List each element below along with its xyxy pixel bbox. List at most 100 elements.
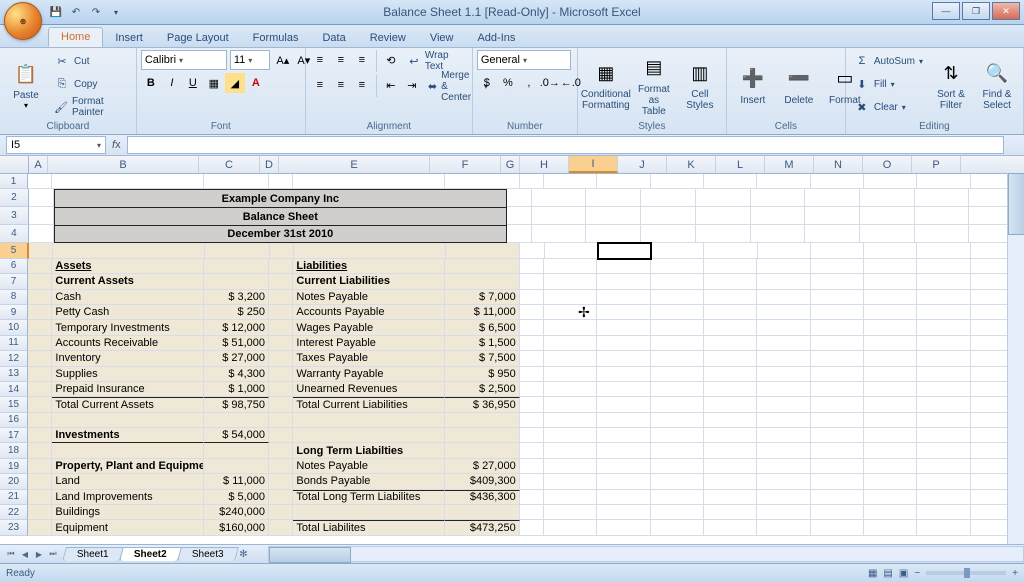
cell-J21[interactable] <box>651 490 704 505</box>
row-header-1[interactable]: 1 <box>0 174 28 189</box>
cell-I14[interactable] <box>597 382 650 397</box>
cell-A19[interactable] <box>28 459 52 474</box>
cell-A10[interactable] <box>28 320 52 335</box>
align-middle-icon[interactable]: ≡ <box>331 50 351 70</box>
cell-E12[interactable]: Taxes Payable <box>293 351 445 366</box>
cell-G12[interactable] <box>520 351 544 366</box>
cell-C14[interactable]: $ 1,000 <box>204 382 269 397</box>
cell-B6[interactable]: Assets <box>52 259 204 274</box>
cell-F15[interactable]: $ 36,950 <box>445 397 520 412</box>
cell-H20[interactable] <box>544 474 597 489</box>
cell-H16[interactable] <box>544 413 597 428</box>
cell-H4[interactable] <box>532 225 587 243</box>
cell-I11[interactable] <box>597 336 650 351</box>
cell-M18[interactable] <box>811 443 864 458</box>
cell-I8[interactable] <box>597 290 650 305</box>
ribbon-tab-home[interactable]: Home <box>48 27 103 47</box>
cell-M1[interactable] <box>811 174 864 189</box>
cell-B22[interactable]: Buildings <box>52 505 204 520</box>
italic-icon[interactable]: I <box>162 73 182 93</box>
cell-K13[interactable] <box>704 367 757 382</box>
cell-F9[interactable]: $ 11,000 <box>445 305 520 320</box>
ribbon-tab-view[interactable]: View <box>418 29 466 47</box>
font-color-icon[interactable]: A <box>246 73 266 93</box>
cell-B7[interactable]: Current Assets <box>52 274 204 289</box>
cell-A23[interactable] <box>28 520 52 535</box>
cell-C20[interactable]: $ 11,000 <box>204 474 269 489</box>
column-header-C[interactable]: C <box>199 156 260 173</box>
cell-J15[interactable] <box>651 397 704 412</box>
cell-M15[interactable] <box>811 397 864 412</box>
cell-B5[interactable] <box>53 243 205 258</box>
cell-G8[interactable] <box>520 290 544 305</box>
cell-C18[interactable] <box>204 443 269 458</box>
cell-A3[interactable] <box>29 207 54 225</box>
row-header-3[interactable]: 3 <box>0 207 29 225</box>
cell-A4[interactable] <box>29 225 54 243</box>
cell-I7[interactable] <box>597 274 650 289</box>
cell-M21[interactable] <box>811 490 864 505</box>
cell-B9[interactable]: Petty Cash <box>52 305 204 320</box>
cell-N2[interactable] <box>860 189 915 207</box>
column-header-M[interactable]: M <box>765 156 814 173</box>
cell-E20[interactable]: Bonds Payable <box>293 474 445 489</box>
cell-G19[interactable] <box>520 459 544 474</box>
horizontal-scrollbar[interactable] <box>268 546 1024 562</box>
sheet-title-1[interactable]: Example Company Inc <box>54 189 507 207</box>
column-header-J[interactable]: J <box>618 156 667 173</box>
cell-I9[interactable] <box>597 305 650 320</box>
cell-E8[interactable]: Notes Payable <box>293 290 445 305</box>
cell-E5[interactable] <box>294 243 446 258</box>
cell-C16[interactable] <box>204 413 269 428</box>
cell-L16[interactable] <box>757 413 810 428</box>
row-header-8[interactable]: 8 <box>0 290 28 305</box>
cell-I12[interactable] <box>597 351 650 366</box>
cell-F22[interactable] <box>445 505 520 520</box>
ribbon-tab-formulas[interactable]: Formulas <box>241 29 311 47</box>
cell-E18[interactable]: Long Term Liabilties <box>293 443 445 458</box>
cell-J14[interactable] <box>651 382 704 397</box>
cell-M4[interactable] <box>805 225 860 243</box>
cell-G20[interactable] <box>520 474 544 489</box>
cell-O14[interactable] <box>917 382 970 397</box>
cell-G7[interactable] <box>520 274 544 289</box>
cell-H1[interactable] <box>544 174 597 189</box>
cell-I20[interactable] <box>597 474 650 489</box>
cell-B20[interactable]: Land <box>52 474 204 489</box>
align-right-icon[interactable]: ≡ <box>352 75 372 95</box>
cell-C8[interactable]: $ 3,200 <box>204 290 269 305</box>
align-center-icon[interactable]: ≡ <box>331 75 351 95</box>
cell-K12[interactable] <box>704 351 757 366</box>
cell-L15[interactable] <box>757 397 810 412</box>
cell-C23[interactable]: $160,000 <box>204 520 269 535</box>
cell-D11[interactable] <box>269 336 293 351</box>
cell-M14[interactable] <box>811 382 864 397</box>
cell-O13[interactable] <box>917 367 970 382</box>
fill-color-icon[interactable]: ◢ <box>225 73 245 93</box>
cell-C9[interactable]: $ 250 <box>204 305 269 320</box>
column-header-A[interactable]: A <box>29 156 48 173</box>
column-header-I[interactable]: I <box>569 156 618 173</box>
cell-J17[interactable] <box>651 428 704 443</box>
cell-G2[interactable] <box>507 189 532 207</box>
cell-J6[interactable] <box>651 259 704 274</box>
cell-K9[interactable] <box>704 305 757 320</box>
cell-C11[interactable]: $ 51,000 <box>204 336 269 351</box>
cell-O11[interactable] <box>917 336 970 351</box>
cell-H6[interactable] <box>544 259 597 274</box>
cell-D8[interactable] <box>269 290 293 305</box>
cell-M16[interactable] <box>811 413 864 428</box>
cell-O9[interactable] <box>917 305 970 320</box>
cell-J23[interactable] <box>651 520 704 535</box>
cell-A12[interactable] <box>28 351 52 366</box>
cell-M20[interactable] <box>811 474 864 489</box>
cell-M19[interactable] <box>811 459 864 474</box>
cell-O17[interactable] <box>917 428 970 443</box>
cell-N5[interactable] <box>864 243 917 258</box>
row-header-5[interactable]: 5 <box>0 243 29 258</box>
zoom-in-icon[interactable]: + <box>1012 568 1018 579</box>
cell-H12[interactable] <box>544 351 597 366</box>
cell-J7[interactable] <box>651 274 704 289</box>
cell-D1[interactable] <box>269 174 293 189</box>
sheet-tab-sheet2[interactable]: Sheet2 <box>119 547 182 561</box>
